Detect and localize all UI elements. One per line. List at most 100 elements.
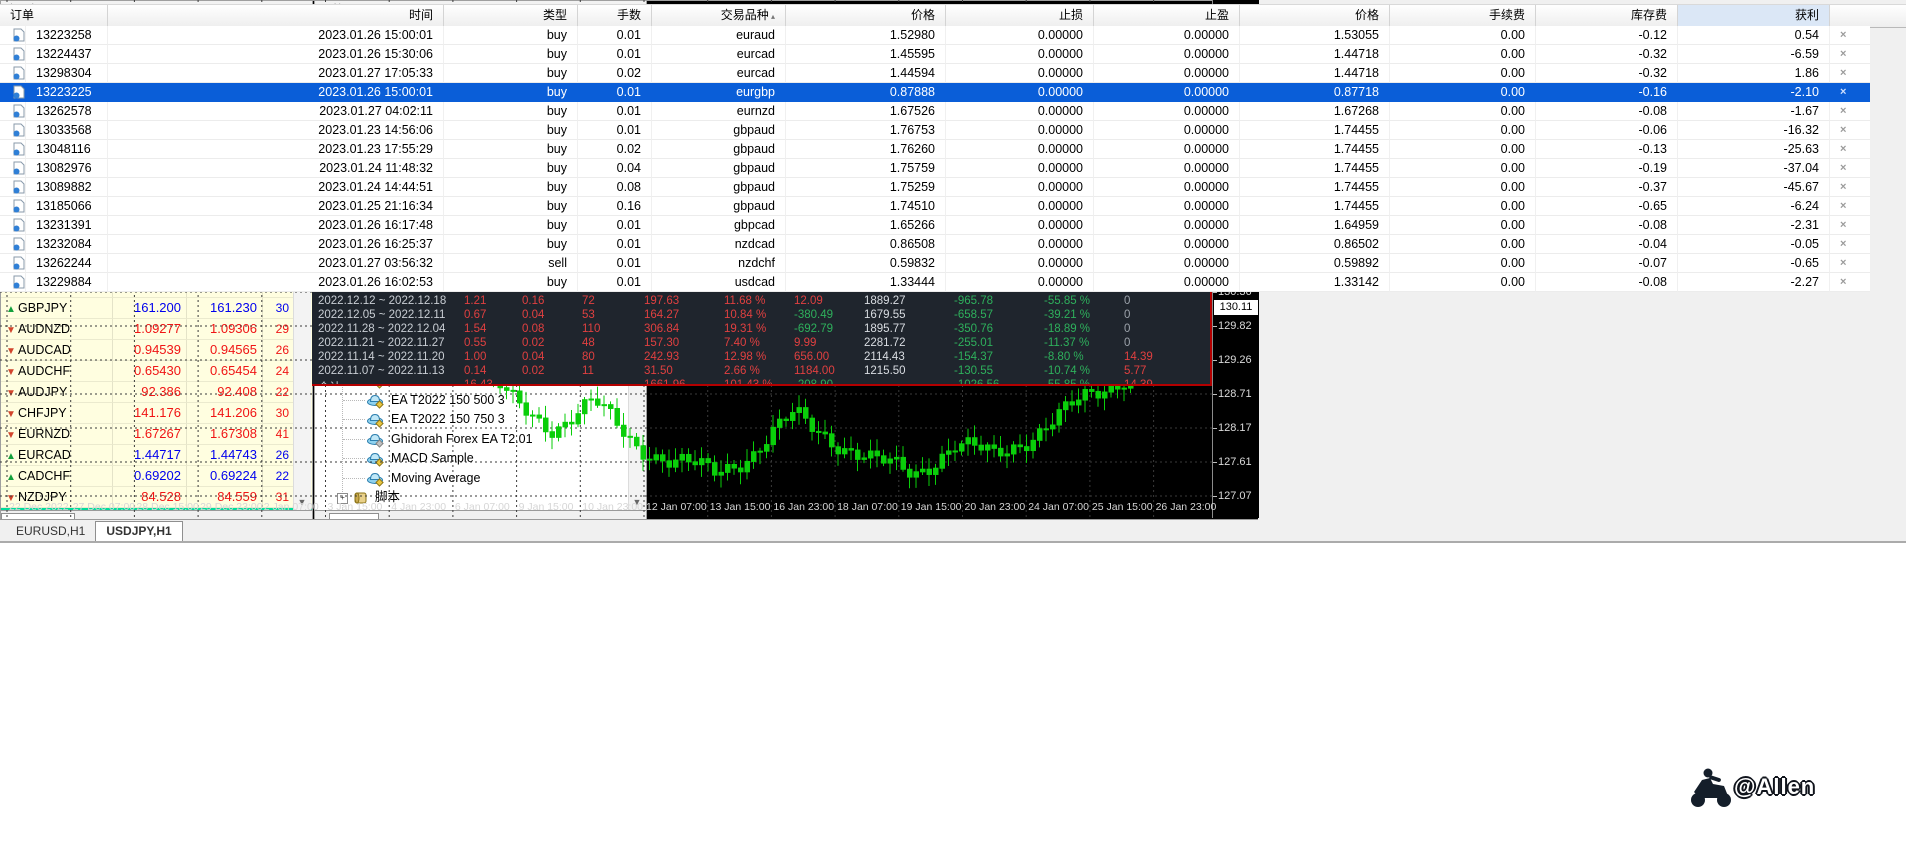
close-order-icon[interactable]: × [1830,159,1870,178]
order-row[interactable]: 132313912023.01.26 16:17:48buy0.01gbpcad… [0,216,1870,235]
order-cell: -0.16 [1536,83,1678,102]
column-header-手续费[interactable]: 手续费 [1390,5,1536,27]
order-row[interactable]: 130481162023.01.23 17:55:29buy0.02gbpaud… [0,140,1870,159]
order-id: 13229884 [26,273,108,292]
column-header-时间[interactable]: 时间 [108,5,444,27]
column-header-价格[interactable]: 价格 [1240,5,1390,27]
order-row[interactable]: 132232582023.01.26 15:00:01buy0.01euraud… [0,26,1870,45]
order-row[interactable]: 130829762023.01.24 11:48:32buy0.04gbpaud… [0,159,1870,178]
stats-cell: 0.02 [522,365,544,377]
order-cell: 0.00 [1390,254,1536,273]
column-header-库存费[interactable]: 库存费 [1536,5,1678,27]
close-order-icon[interactable]: × [1830,102,1870,121]
order-cell: 1.64959 [1240,216,1390,235]
close-order-icon[interactable]: × [1830,216,1870,235]
order-cell: 0.01 [578,45,652,64]
chart-tab-USDJPY,H1[interactable]: USDJPY,H1 [95,521,182,541]
close-order-icon[interactable]: × [1830,83,1870,102]
stats-cell: 0 [1124,295,1130,307]
order-row[interactable]: 132983042023.01.27 17:05:33buy0.02eurcad… [0,64,1870,83]
order-row[interactable]: 132244372023.01.26 15:30:06buy0.01eurcad… [0,45,1870,64]
order-row[interactable]: 132622442023.01.27 03:56:32sell0.01nzdch… [0,254,1870,273]
order-row[interactable]: 132320842023.01.26 16:25:37buy0.01nzdcad… [0,235,1870,254]
column-header-手数[interactable]: 手数 [578,5,652,27]
close-order-icon[interactable]: × [1830,140,1870,159]
stats-cell: 164.27 [644,309,679,321]
order-row[interactable]: 130898822023.01.24 14:44:51buy0.08gbpaud… [0,178,1870,197]
stats-row-label: 2022.11.14 ~ 2022.11.20 [318,351,445,363]
close-order-icon[interactable]: × [1830,273,1870,292]
stats-cell: 0.04 [522,309,544,321]
time-axis-label: 28 Dec 15:00 [136,501,198,513]
stats-cell: 157.30 [644,337,679,349]
stats-cell: -380.49 [794,309,833,321]
column-header-交易品种[interactable]: 交易品种 ▴ [652,5,786,27]
order-cell: 0.00 [1390,26,1536,45]
stats-cell: -11.37 % [1044,337,1089,349]
time-axis-label: 26 Jan 23:00 [1156,501,1217,513]
column-header-止损[interactable]: 止损 [946,5,1094,27]
order-cell: 0.00 [1390,64,1536,83]
order-row[interactable]: 132625782023.01.27 04:02:11buy0.01eurnzd… [0,102,1870,121]
order-cell: 0.01 [578,83,652,102]
order-cell: 0.86508 [786,235,946,254]
order-cell: 0.00 [1390,273,1536,292]
stats-cell: -39.21 % [1044,309,1090,321]
order-cell: 0.54 [1678,26,1830,45]
order-cell: -0.37 [1536,178,1678,197]
close-order-icon[interactable]: × [1830,235,1870,254]
order-cell: 0.87888 [786,83,946,102]
order-cell: 0.00 [1390,216,1536,235]
close-order-icon[interactable]: × [1830,178,1870,197]
close-order-icon[interactable]: × [1830,254,1870,273]
column-header-订单[interactable]: 订单 [0,5,108,27]
order-row[interactable]: 132232252023.01.26 15:00:01buy0.01eurgbp… [0,83,1870,102]
time-axis-label: 12 Jan 07:00 [646,501,707,513]
order-row[interactable]: 130335682023.01.23 14:56:06buy0.01gbpaud… [0,121,1870,140]
order-cell: 0.00 [1390,140,1536,159]
order-cell: 0.00000 [1094,26,1240,45]
order-cell: 0.00000 [946,235,1094,254]
order-cell: 0.87718 [1240,83,1390,102]
column-header-止盈[interactable]: 止盈 [1094,5,1240,27]
stats-cell: -350.76 [954,323,993,335]
order-cell: 0.00000 [946,26,1094,45]
order-icon [0,159,26,178]
order-icon [0,102,26,121]
stats-cell: 656.00 [794,351,829,363]
order-cell: 0.08 [578,178,652,197]
order-id: 13262578 [26,102,108,121]
stats-cell: 1.54 [464,323,486,335]
column-header-类型[interactable]: 类型 [444,5,578,27]
order-cell: 0.00000 [946,216,1094,235]
close-order-icon[interactable]: × [1830,121,1870,140]
stats-cell: 53 [582,309,595,321]
order-cell: 0.00000 [946,64,1094,83]
chart-tab-EURUSD,H1[interactable]: EURUSD,H1 [6,522,95,541]
stats-cell: 11.68 % [724,295,765,307]
order-cell: buy [444,235,578,254]
close-order-icon[interactable]: × [1830,197,1870,216]
tick [1213,394,1217,395]
order-cell: 0.00000 [946,178,1094,197]
order-cell: 0.00 [1390,45,1536,64]
close-order-icon[interactable]: × [1830,64,1870,83]
order-cell: -2.10 [1678,83,1830,102]
order-cell: 0.02 [578,140,652,159]
order-row[interactable]: 131850662023.01.25 21:16:34buy0.16gbpaud… [0,197,1870,216]
stats-cell: 0 [1124,323,1130,335]
close-order-icon[interactable]: × [1830,45,1870,64]
order-row[interactable]: 132298842023.01.26 16:02:53buy0.01usdcad… [0,273,1870,292]
order-id: 13082976 [26,159,108,178]
stats-cell: -208.90 [794,379,833,386]
column-header-价格[interactable]: 价格 [786,5,946,27]
stats-cell: 1679.55 [864,309,906,321]
stats-cell: -130.55 [954,365,993,377]
order-cell: eurcad [652,64,786,83]
time-axis-label: 3 Jan 15:00 [328,501,383,513]
time-axis-label: 18 Jan 07:00 [837,501,898,513]
stats-row-label: 2022.11.21 ~ 2022.11.27 [318,337,445,349]
order-cell: buy [444,216,578,235]
column-header-获利[interactable]: 获利 [1678,5,1830,27]
close-order-icon[interactable]: × [1830,26,1870,45]
